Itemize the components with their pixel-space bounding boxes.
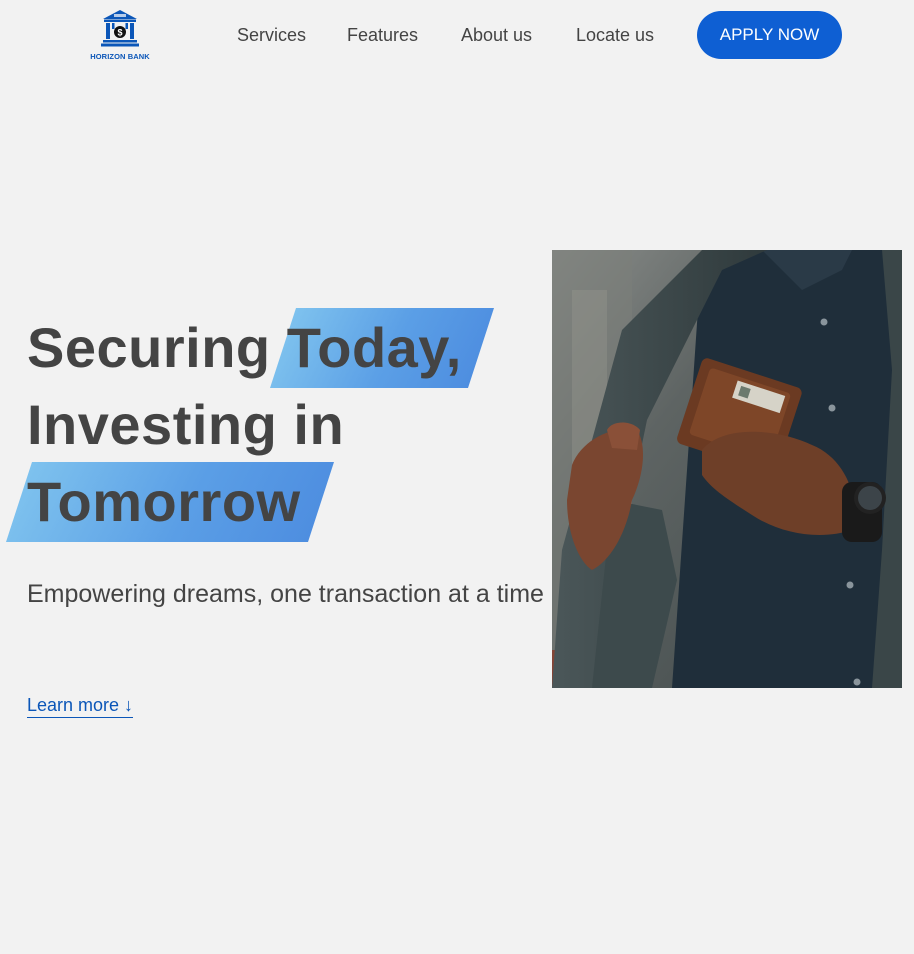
hero-subtitle: Empowering dreams, one transaction at a … <box>27 580 544 608</box>
nav-item-about-us[interactable]: About us <box>461 24 532 46</box>
nav-item-services[interactable]: Services <box>237 24 306 46</box>
page: $ HORIZON BANK Services Features About u… <box>0 0 914 954</box>
headline-line-2: Investing in <box>27 393 345 456</box>
headline-line-1: Securing Today, <box>27 316 462 380</box>
nav-item-locate-us[interactable]: Locate us <box>576 24 654 46</box>
headline-word-today: Today, <box>286 316 462 379</box>
apply-now-button[interactable]: APPLY NOW <box>697 11 842 59</box>
svg-text:$: $ <box>117 28 122 38</box>
headline-line-3: Tomorrow <box>27 470 301 533</box>
brand-logo[interactable]: $ HORIZON BANK <box>86 9 154 63</box>
learn-more-link[interactable]: Learn more ↓ <box>27 694 134 718</box>
nav-item-features[interactable]: Features <box>347 24 418 46</box>
man-wallet-photo-icon <box>552 250 902 688</box>
hero-image <box>552 250 902 688</box>
brand-name: HORIZON BANK <box>90 52 150 61</box>
bank-building-icon: $ <box>101 10 139 47</box>
headline-word-securing: Securing <box>27 316 271 379</box>
